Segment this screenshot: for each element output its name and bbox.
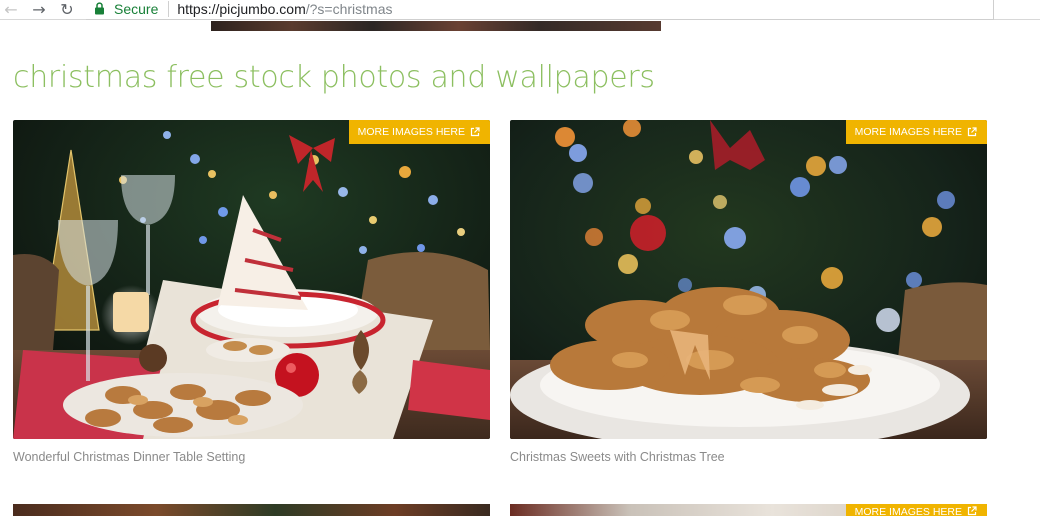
external-link-icon: [967, 506, 977, 516]
forward-arrow-icon[interactable]: →: [30, 0, 48, 19]
photo-card-partial[interactable]: MORE IMAGES HERE: [510, 504, 987, 516]
photo-card-partial[interactable]: [13, 504, 490, 516]
omnibox-divider: [168, 0, 170, 17]
photo-christmas-sweets[interactable]: MORE IMAGES HERE: [510, 120, 987, 439]
external-link-icon: [967, 127, 977, 137]
reload-icon[interactable]: ↻: [58, 0, 76, 19]
more-images-button[interactable]: MORE IMAGES HERE: [845, 504, 987, 516]
more-images-label: MORE IMAGES HERE: [854, 506, 962, 516]
secure-label: Secure: [114, 0, 159, 17]
url-host: https://picjumbo.com: [177, 0, 306, 17]
more-images-button[interactable]: MORE IMAGES HERE: [348, 120, 490, 144]
photo-card: MORE IMAGES HERE Christmas Sweets with C…: [510, 120, 987, 464]
browser-toolbar: ← → ↻ Secure https://picjumbo.com /?s=ch…: [0, 0, 1040, 20]
url-path: /?s=christmas: [305, 0, 393, 17]
photo-christmas-dinner-table[interactable]: MORE IMAGES HERE: [13, 120, 490, 439]
address-bar[interactable]: Secure https://picjumbo.com /?s=christma…: [86, 0, 994, 20]
back-arrow-icon[interactable]: ←: [2, 0, 20, 19]
page-title: christmas free stock photos and wallpape…: [13, 60, 655, 95]
photo-card: MORE IMAGES HERE Wonderful Christmas Din…: [13, 120, 490, 464]
external-link-icon: [470, 127, 480, 137]
more-images-label: MORE IMAGES HERE: [357, 126, 465, 138]
lock-icon[interactable]: [94, 1, 108, 17]
previous-photo-strip[interactable]: [211, 21, 661, 31]
more-images-label: MORE IMAGES HERE: [854, 126, 962, 138]
more-images-button[interactable]: MORE IMAGES HERE: [845, 120, 987, 144]
photo-caption[interactable]: Wonderful Christmas Dinner Table Setting: [13, 450, 490, 464]
photo-caption[interactable]: Christmas Sweets with Christmas Tree: [510, 450, 987, 464]
